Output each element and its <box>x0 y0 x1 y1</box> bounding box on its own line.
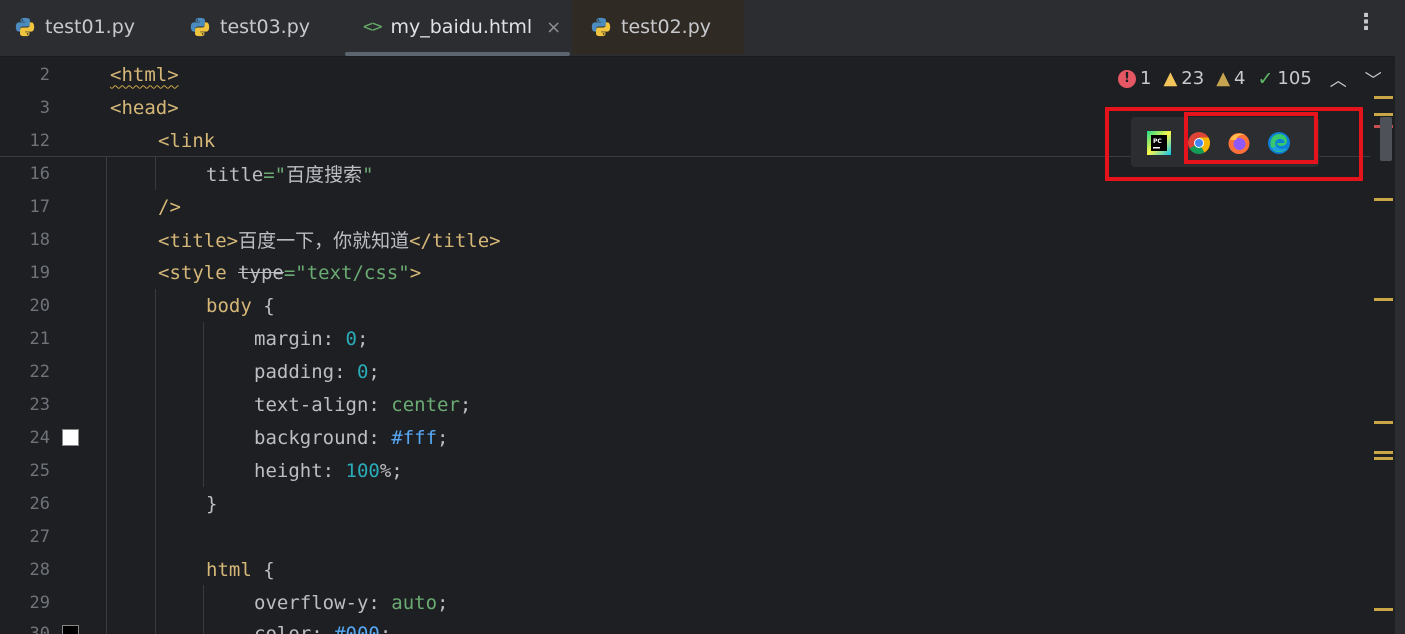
scroll-marker[interactable] <box>1374 421 1393 424</box>
scroll-marker[interactable] <box>1374 298 1393 301</box>
code-text: <link <box>158 129 216 152</box>
error-icon: ! <box>1118 69 1136 88</box>
color-swatch-black[interactable] <box>62 625 79 634</box>
code-text: <title>百度一下，你就知道</title> <box>158 230 501 252</box>
tab-label: test01.py <box>45 16 136 38</box>
weak-warnings-indicator[interactable]: ▲ 4 <box>1216 68 1245 89</box>
check-icon: ✓ <box>1257 67 1274 90</box>
line-number: 22 <box>29 361 50 382</box>
code-line[interactable]: 20 body { <box>0 289 1370 322</box>
tab-test03-py[interactable]: test03.py <box>189 0 339 54</box>
line-number: 12 <box>29 130 50 151</box>
code-line[interactable]: 25 height: 100%; <box>0 454 1370 487</box>
code-text: color: #000; <box>254 622 392 634</box>
tab-my-baidu-html[interactable]: <> my_baidu.html × <box>345 0 570 56</box>
tab-test01-py[interactable]: test01.py <box>14 0 174 54</box>
line-number: 16 <box>29 163 50 184</box>
scrollbar-thumb[interactable] <box>1380 117 1392 161</box>
line-number: 21 <box>29 328 50 349</box>
code-text: title="百度搜索" <box>206 164 374 186</box>
python-file-icon <box>190 17 210 37</box>
code-line[interactable]: 29 overflow-y: auto; <box>0 586 1370 619</box>
code-line[interactable]: 27 <box>0 520 1370 553</box>
code-line[interactable]: 18 <title>百度一下，你就知道</title> <box>0 223 1370 256</box>
line-number: 24 <box>29 427 50 448</box>
typos-indicator[interactable]: ✓ 105 <box>1258 68 1312 90</box>
errors-indicator[interactable]: ! 1 <box>1118 68 1151 89</box>
code-text: background: #fff; <box>254 426 449 449</box>
scroll-marker[interactable] <box>1374 198 1393 201</box>
line-number: 17 <box>29 196 50 217</box>
line-number: 18 <box>29 229 50 250</box>
code-text: } <box>206 492 218 515</box>
code-text: overflow-y: auto; <box>254 591 449 614</box>
code-text: html { <box>206 558 275 581</box>
ide-window: test01.py test03.py <> my_baidu.html × t… <box>0 0 1405 634</box>
code-line[interactable]: 17 /> <box>0 190 1370 223</box>
line-number: 27 <box>29 526 50 547</box>
html-file-icon: <> <box>363 17 383 37</box>
tab-label: test02.py <box>621 16 712 38</box>
code-text: margin: 0; <box>254 327 369 350</box>
scroll-marker[interactable] <box>1374 113 1393 116</box>
line-number: 2 <box>39 64 50 85</box>
line-number: 30 <box>29 623 50 634</box>
code-line[interactable]: 21 margin: 0; <box>0 322 1370 355</box>
code-text: /> <box>158 195 181 218</box>
scroll-marker[interactable] <box>1374 96 1393 99</box>
inspection-widget[interactable]: ! 1 ▲ 23 ▲ 4 ✓ 105 ︿ ﹀ <box>1118 66 1382 91</box>
warnings-indicator[interactable]: ▲ 23 <box>1163 68 1204 89</box>
line-number: 19 <box>29 262 50 283</box>
editor-tab-bar: test01.py test03.py <> my_baidu.html × t… <box>0 0 1405 57</box>
line-number: 20 <box>29 295 50 316</box>
line-number: 25 <box>29 460 50 481</box>
code-text: padding: 0; <box>254 360 380 383</box>
scroll-marker[interactable] <box>1374 451 1393 454</box>
code-text: <html> <box>110 63 179 86</box>
code-text: height: 100%; <box>254 459 403 482</box>
line-number: 26 <box>29 493 50 514</box>
more-tabs-icon[interactable]: ⋮ <box>1355 12 1377 34</box>
code-line[interactable]: 30 color: #000; <box>0 617 1370 634</box>
line-number: 29 <box>29 592 50 613</box>
scroll-marker[interactable] <box>1374 457 1393 460</box>
color-swatch-white[interactable] <box>62 429 79 446</box>
tab-test02-py[interactable]: test02.py <box>572 0 744 54</box>
tab-label: my_baidu.html <box>390 16 533 38</box>
scroll-marker[interactable] <box>1374 608 1393 611</box>
code-text: <style type="text/css"> <box>158 261 422 284</box>
scrollbar-track[interactable] <box>1395 0 1405 634</box>
active-tab-indicator <box>345 52 570 56</box>
code-line[interactable]: 24 background: #fff; <box>0 421 1370 454</box>
tab-label: test03.py <box>220 16 311 38</box>
code-line[interactable]: 28 html { <box>0 553 1370 586</box>
code-line[interactable]: 19 <style type="text/css"> <box>0 256 1370 289</box>
next-highlight-icon[interactable]: ﹀ <box>1365 66 1382 91</box>
highlight-box-browsers <box>1184 112 1318 164</box>
previous-highlight-icon[interactable]: ︿ <box>1330 66 1347 91</box>
weak-warning-icon: ▲ <box>1216 68 1231 89</box>
code-line[interactable]: 23 text-align: center; <box>0 388 1370 421</box>
line-number: 28 <box>29 559 50 580</box>
line-number: 3 <box>39 97 50 118</box>
close-tab-icon[interactable]: × <box>546 17 561 38</box>
python-file-icon <box>15 17 35 37</box>
warning-icon: ▲ <box>1163 68 1178 89</box>
code-line[interactable]: 26 } <box>0 487 1370 520</box>
code-line[interactable]: 22 padding: 0; <box>0 355 1370 388</box>
code-text: <head> <box>110 96 179 119</box>
python-file-icon <box>591 17 611 37</box>
code-text: body { <box>206 294 275 317</box>
line-number: 23 <box>29 394 50 415</box>
code-text: text-align: center; <box>254 393 472 416</box>
